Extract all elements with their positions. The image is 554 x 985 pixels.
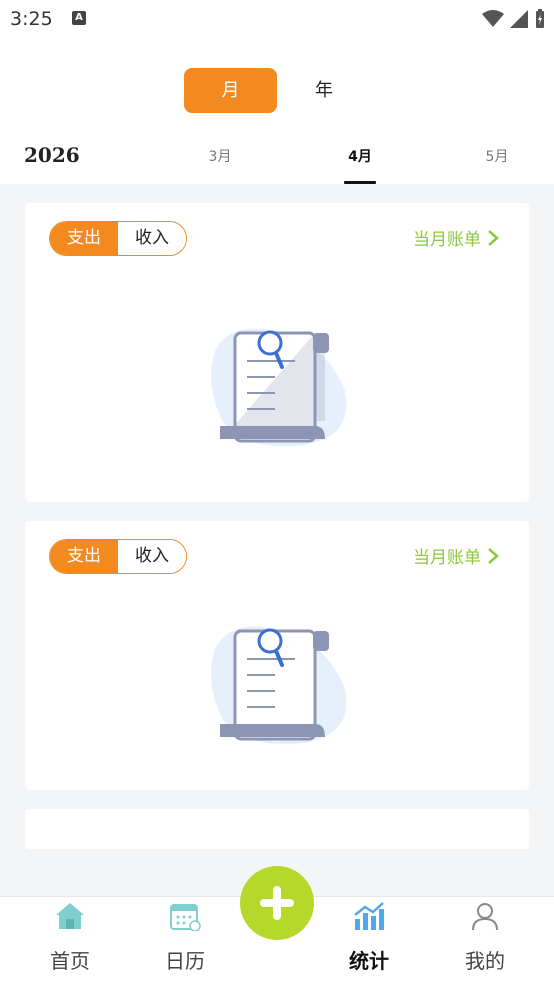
month-toggle-button[interactable]: 月: [184, 68, 277, 113]
income-toggle-button[interactable]: 收入: [118, 222, 186, 255]
nav-calendar-label: 日历: [165, 949, 205, 973]
a-icon: A: [72, 11, 86, 25]
expense-toggle-button[interactable]: 支出: [50, 222, 118, 255]
system-icons: [482, 8, 546, 30]
chevron-right-icon: [488, 229, 499, 246]
expense-toggle-button[interactable]: 支出: [50, 540, 118, 573]
nav-calendar[interactable]: 日历: [145, 901, 225, 974]
home-icon: [56, 903, 84, 929]
add-record-button[interactable]: [240, 866, 314, 940]
nav-home-label: 首页: [50, 949, 90, 973]
year-toggle-button[interactable]: 年: [300, 68, 348, 113]
income-toggle-button[interactable]: 收入: [118, 540, 186, 573]
nav-stats[interactable]: 统计: [329, 901, 409, 974]
status-time: 3:25: [10, 8, 53, 30]
nav-profile[interactable]: 我的: [445, 901, 525, 974]
nav-stats-label: 统计: [349, 949, 389, 973]
tab-month-3[interactable]: 3月: [190, 146, 250, 166]
calendar-icon: [170, 904, 201, 932]
wifi-icon: [482, 10, 504, 27]
stats-card: 支出 收入 当月账单: [25, 521, 529, 790]
active-tab-indicator: [344, 181, 376, 184]
monthly-bill-label: 当月账单: [413, 548, 481, 568]
battery-icon: [536, 9, 544, 28]
monthly-bill-label: 当月账单: [413, 230, 481, 250]
expense-income-toggle: 支出 收入: [49, 539, 187, 574]
empty-list-icon: [211, 328, 347, 447]
tab-month-5[interactable]: 5月: [467, 146, 527, 166]
monthly-bill-link[interactable]: 当月账单: [413, 543, 499, 568]
status-bar: 3:25 A: [0, 0, 554, 38]
year-label[interactable]: 2026: [24, 143, 80, 167]
nav-home[interactable]: 首页: [30, 901, 110, 974]
empty-list-icon: [211, 626, 347, 745]
user-icon: [472, 903, 498, 931]
monthly-bill-link[interactable]: 当月账单: [413, 225, 499, 250]
nav-profile-label: 我的: [465, 949, 505, 973]
stats-card: [25, 809, 529, 849]
stats-icon: [354, 902, 384, 930]
expense-income-toggle: 支出 收入: [49, 221, 187, 256]
stats-card: 支出 收入 当月账单: [25, 203, 529, 502]
chevron-right-icon: [488, 547, 499, 564]
tab-month-4[interactable]: 4月: [330, 146, 390, 166]
signal-icon: [510, 10, 528, 28]
